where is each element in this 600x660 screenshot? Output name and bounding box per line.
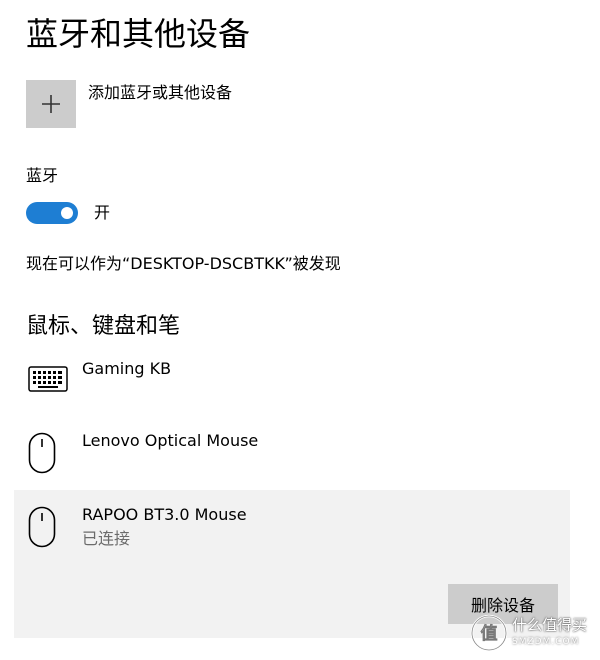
bluetooth-label: 蓝牙 (26, 166, 59, 185)
device-name: RAPOO BT3.0 Mouse (82, 505, 247, 524)
device-name: Lenovo Optical Mouse (82, 431, 259, 450)
device-row-gaming-kb[interactable]: Gaming KB (14, 354, 570, 424)
discoverable-status: 现在可以作为“DESKTOP-DSCBTKK”被发现 (26, 254, 341, 273)
watermark-text: 什么值得买 (512, 616, 588, 634)
device-row-lenovo-mouse[interactable]: Lenovo Optical Mouse (14, 424, 570, 490)
page-title: 蓝牙和其他设备 (26, 15, 251, 53)
bluetooth-toggle[interactable] (26, 202, 78, 224)
device-name: Gaming KB (82, 359, 172, 378)
toggle-state-label: 开 (94, 203, 111, 222)
watermark-subtext: SMZDM.COM (512, 637, 580, 647)
mouse-icon (28, 432, 56, 474)
add-device-label[interactable]: 添加蓝牙或其他设备 (88, 82, 232, 104)
section-title: 鼠标、键盘和笔 (26, 314, 181, 339)
plus-icon (42, 95, 60, 113)
keyboard-icon (28, 366, 68, 392)
svg-text:值: 值 (481, 623, 498, 644)
mouse-icon (28, 506, 56, 548)
add-device-row[interactable]: 添加蓝牙或其他设备 (26, 80, 386, 130)
toggle-knob (61, 207, 73, 219)
watermark: 值 什么值得买 SMZDM.COM (470, 614, 594, 654)
device-status: 已连接 (82, 529, 131, 548)
watermark-logo-icon: 值 (470, 614, 508, 652)
add-device-button[interactable] (26, 80, 76, 128)
bluetooth-toggle-row[interactable]: 开 (26, 200, 226, 226)
